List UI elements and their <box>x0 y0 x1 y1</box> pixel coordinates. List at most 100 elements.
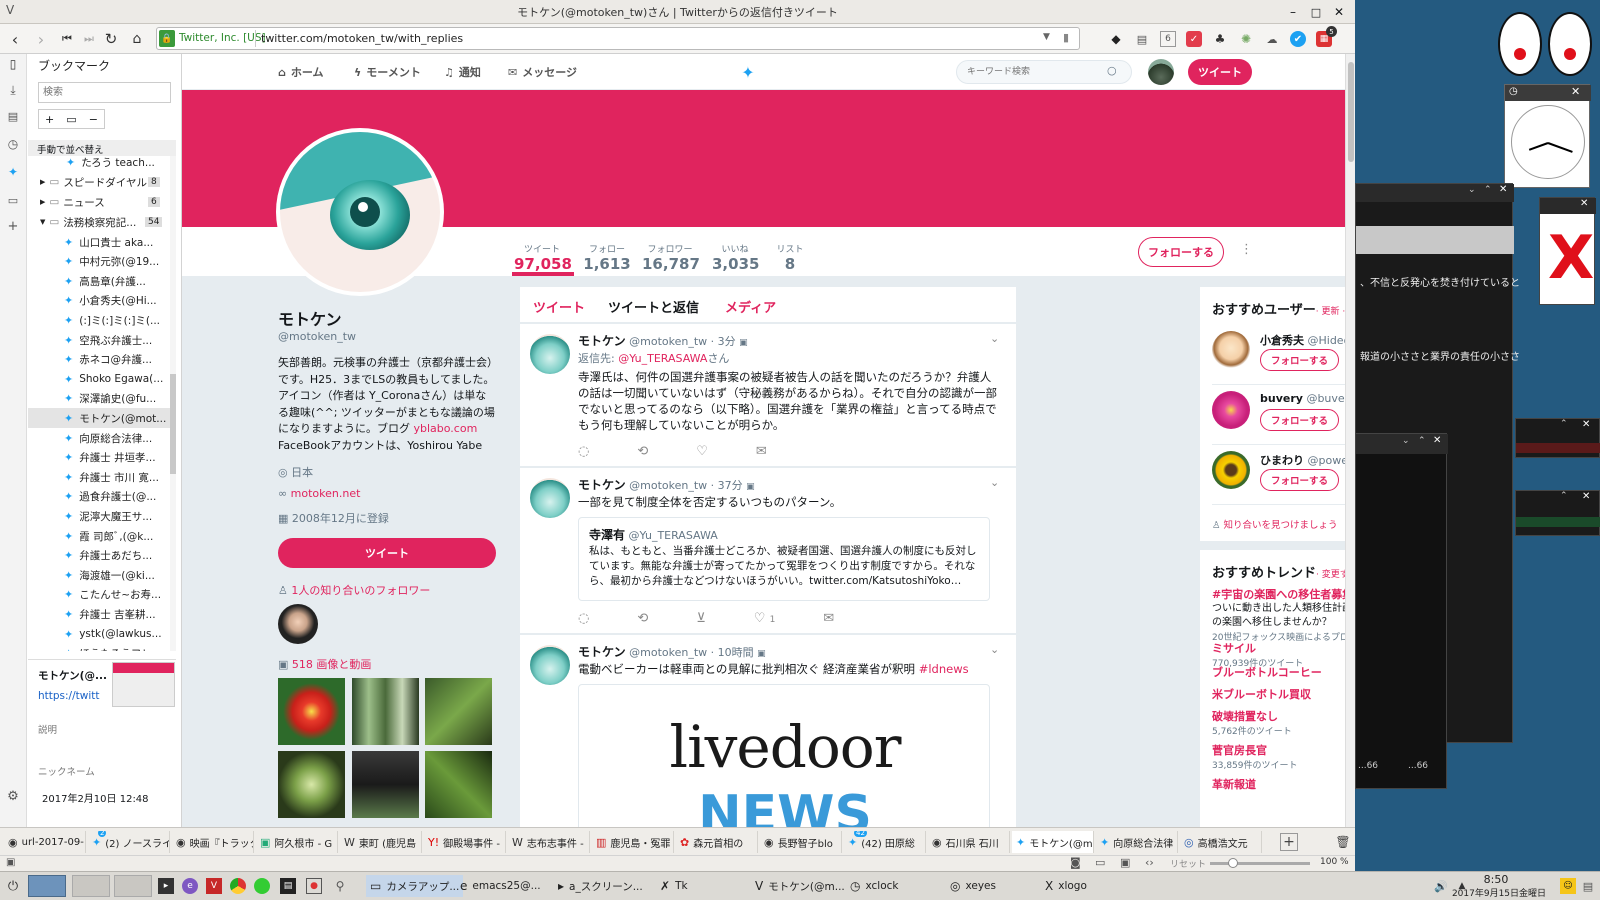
taskbar-item[interactable]: ▭ カメラアップ... <box>366 875 464 897</box>
more-options-icon[interactable]: ⋮ <box>1240 242 1253 257</box>
trend-item[interactable]: #宇宙の楽園への移住者募集開始ついに動き出した人類移住計画。あなたも宇宙の楽園へ… <box>1212 586 1345 643</box>
image-toggle-icon[interactable]: ▣ <box>1120 856 1130 869</box>
media-thumb[interactable] <box>352 678 419 745</box>
media-thumb[interactable] <box>352 751 419 818</box>
retweet-icon[interactable]: ⟲ <box>637 611 648 626</box>
nav-messages[interactable]: ✉ メッセージ <box>508 54 577 90</box>
address-bar[interactable]: 🔒 Twitter, Inc. [US] twitter.com/motoken… <box>156 27 1080 50</box>
reload-icon[interactable]: ↻ <box>102 30 120 48</box>
tweet-avatar[interactable] <box>530 334 570 374</box>
mini-window[interactable]: ⌃ ✕ <box>1515 418 1600 458</box>
twitter-bird-icon[interactable]: ✦ <box>738 62 758 82</box>
bookmark-item[interactable]: ✦ 小倉秀夫(@Hi... <box>28 291 176 311</box>
trend-item[interactable]: ブルーボトルコーヒー <box>1212 664 1345 680</box>
website-link[interactable]: motoken.net <box>291 487 361 500</box>
download-icon[interactable]: ⤓ <box>5 82 21 98</box>
evernote-icon[interactable]: ♣ <box>1212 31 1228 47</box>
stat-followers[interactable]: フォロワー 16,787 <box>642 242 700 273</box>
add-panel-icon[interactable]: + <box>5 218 21 234</box>
taskbar-item[interactable]: ✗ Tk <box>660 875 688 897</box>
quoted-tweet[interactable]: 寺澤有 @Yu_TERASAWA 私は、もともと、当番弁護士どころか、被疑者国選… <box>578 517 990 601</box>
close-icon[interactable]: ✕ <box>1582 491 1590 502</box>
history-icon[interactable]: ◷ <box>5 136 21 152</box>
remove-icon[interactable]: − <box>89 113 98 126</box>
close-icon[interactable]: ✕ <box>1582 419 1590 430</box>
user-name[interactable]: 小倉秀夫 <box>1260 334 1304 347</box>
bookmark-item[interactable]: ✦ 空飛ぶ弁護士... <box>28 330 176 350</box>
media-thumb[interactable] <box>278 678 345 745</box>
extension-gear-icon[interactable]: ✺ <box>1238 31 1254 47</box>
tweet[interactable]: モトケン @motoken_tw · 37分 ▣ ⌄ 一部を見て制度全体を否定す… <box>520 468 1016 634</box>
extension-doc-icon[interactable]: ▤ <box>1134 31 1150 47</box>
tweet[interactable]: モトケン @motoken_tw · 10時間 ▣ ⌄ 電動ベビーカーは軽車両と… <box>520 635 1016 827</box>
chevron-up-icon[interactable]: ⌃ <box>1418 436 1426 446</box>
bookmark-item[interactable]: ✦ 山口貴士 aka... <box>28 232 176 252</box>
follow-user-button[interactable]: フォローする <box>1260 409 1340 431</box>
chevron-down-icon[interactable]: ⌄ <box>990 332 999 345</box>
trend-name[interactable]: ブルーボトルコーヒー <box>1212 664 1345 680</box>
xlogo-window[interactable]: ✕ X <box>1539 197 1596 305</box>
reply-icon[interactable]: ◌ <box>578 444 589 459</box>
rewind-icon[interactable]: ⏮ <box>58 30 76 48</box>
browser-tab[interactable]: ✦ (42) 田原総 42 <box>844 831 926 853</box>
browser-tab[interactable]: ✿ 森元首相の <box>676 831 758 853</box>
trend-item[interactable]: 破壊措置なし 5,762件のツイート <box>1212 708 1345 737</box>
media-thumb[interactable] <box>425 751 492 818</box>
vivaldi-launcher-icon[interactable]: V <box>206 878 222 894</box>
tweet[interactable]: モトケン @motoken_tw · 3分 ▣ ⌄ 返信先: @Yu_TERAS… <box>520 324 1016 467</box>
back-icon[interactable]: ‹ <box>6 30 24 49</box>
bookmark-item[interactable]: ✦ 深澤諭史(@fu... <box>28 389 176 409</box>
suggested-user[interactable]: 小倉秀夫 @Hideo_Ogura フォローする × <box>1212 329 1345 385</box>
clock-date[interactable]: 2017年9月15日金曜日 <box>1440 886 1558 899</box>
link-card[interactable]: livedoor NEWS <box>578 684 990 827</box>
nav-notifications[interactable]: ♫ 通知 <box>444 54 481 90</box>
window-icon[interactable]: ▭ <box>1095 856 1105 869</box>
browser-tab[interactable]: ✦ 向原総合法律 <box>1096 831 1178 853</box>
suggested-user[interactable]: ひまわり @powerpc970 フォローする × <box>1212 449 1345 505</box>
browser-tab[interactable]: ▥ 鹿児島・冤罪 <box>592 831 674 853</box>
media-thumb[interactable] <box>278 751 345 818</box>
bookmark-item[interactable]: ✦ 向原総合法律... <box>28 428 176 448</box>
dropdown-icon[interactable]: ▼ <box>1043 32 1050 42</box>
url-text[interactable]: twitter.com/motoken_tw/with_replies <box>261 32 463 45</box>
wtf-links[interactable]: · 更新 · すべて見る <box>1316 307 1345 317</box>
tweet-author[interactable]: モトケン <box>578 478 626 492</box>
browser-tab[interactable]: ◎ 高橋浩文元 <box>1180 831 1262 853</box>
like-icon[interactable]: ♡ <box>696 444 708 459</box>
pocket-icon[interactable]: ✓ <box>1186 31 1202 47</box>
chevron-down-icon[interactable]: ⌄ <box>990 476 999 489</box>
chevron-up-icon[interactable]: ⌃ <box>1560 419 1568 429</box>
screenshot-launcher-icon[interactable]: ● <box>306 878 322 894</box>
hashtag-link[interactable]: #ldnews <box>919 662 969 676</box>
twitter-extension-icon[interactable]: ✔ <box>1290 31 1306 47</box>
console-launcher-icon[interactable]: ▤ <box>280 878 296 894</box>
folder-item[interactable]: ▶ ▭ ニュース 6 <box>28 192 176 212</box>
translate-icon[interactable]: ▣ <box>757 649 766 659</box>
taskbar-item[interactable]: e emacs25@... <box>460 875 541 897</box>
known-followers[interactable]: ♙ 1人の知り合いのフォロワー <box>278 582 430 598</box>
browser-tab[interactable]: ◉ 石川県 石川 <box>928 831 1010 853</box>
green-launcher-icon[interactable] <box>254 878 270 894</box>
workspace-1[interactable] <box>28 875 66 897</box>
bookmark-item[interactable]: ✦ 弁護士 井垣孝... <box>28 448 176 468</box>
extension-six-icon[interactable]: 6 <box>1160 31 1176 47</box>
stat-lists[interactable]: リスト 8 <box>772 242 808 273</box>
chevron-up-icon[interactable]: ⌃ <box>1484 185 1492 195</box>
bookmark-panel-icon[interactable]: ▯ <box>5 56 21 72</box>
bookmark-item[interactable]: ✦ Shoko Egawa(... <box>28 369 176 389</box>
twitter-search-input[interactable] <box>956 60 1132 84</box>
retweet-icon[interactable]: ⟲ <box>637 444 648 459</box>
nav-home[interactable]: ⌂ ホーム <box>278 54 324 90</box>
stat-likes[interactable]: いいね 3,035 <box>712 242 759 273</box>
chevron-down-icon[interactable]: ⌄ <box>1468 185 1476 195</box>
page-panel-icon[interactable]: ▭ <box>5 192 21 208</box>
clock-time[interactable]: 8:50 <box>1446 873 1546 886</box>
user-avatar[interactable] <box>1212 451 1250 489</box>
profile-name[interactable]: モトケン <box>278 306 342 330</box>
tab-tweets-replies[interactable]: ツイートと返信 <box>608 297 699 316</box>
browser-tab[interactable]: W 東町 (鹿児島 <box>340 831 422 853</box>
code-icon[interactable]: ‹› <box>1145 856 1154 869</box>
taskbar-item[interactable]: ▸ a_スクリーン... <box>558 875 643 897</box>
reply-icon[interactable]: ◌ <box>578 611 589 626</box>
profile-avatar[interactable] <box>276 128 444 296</box>
